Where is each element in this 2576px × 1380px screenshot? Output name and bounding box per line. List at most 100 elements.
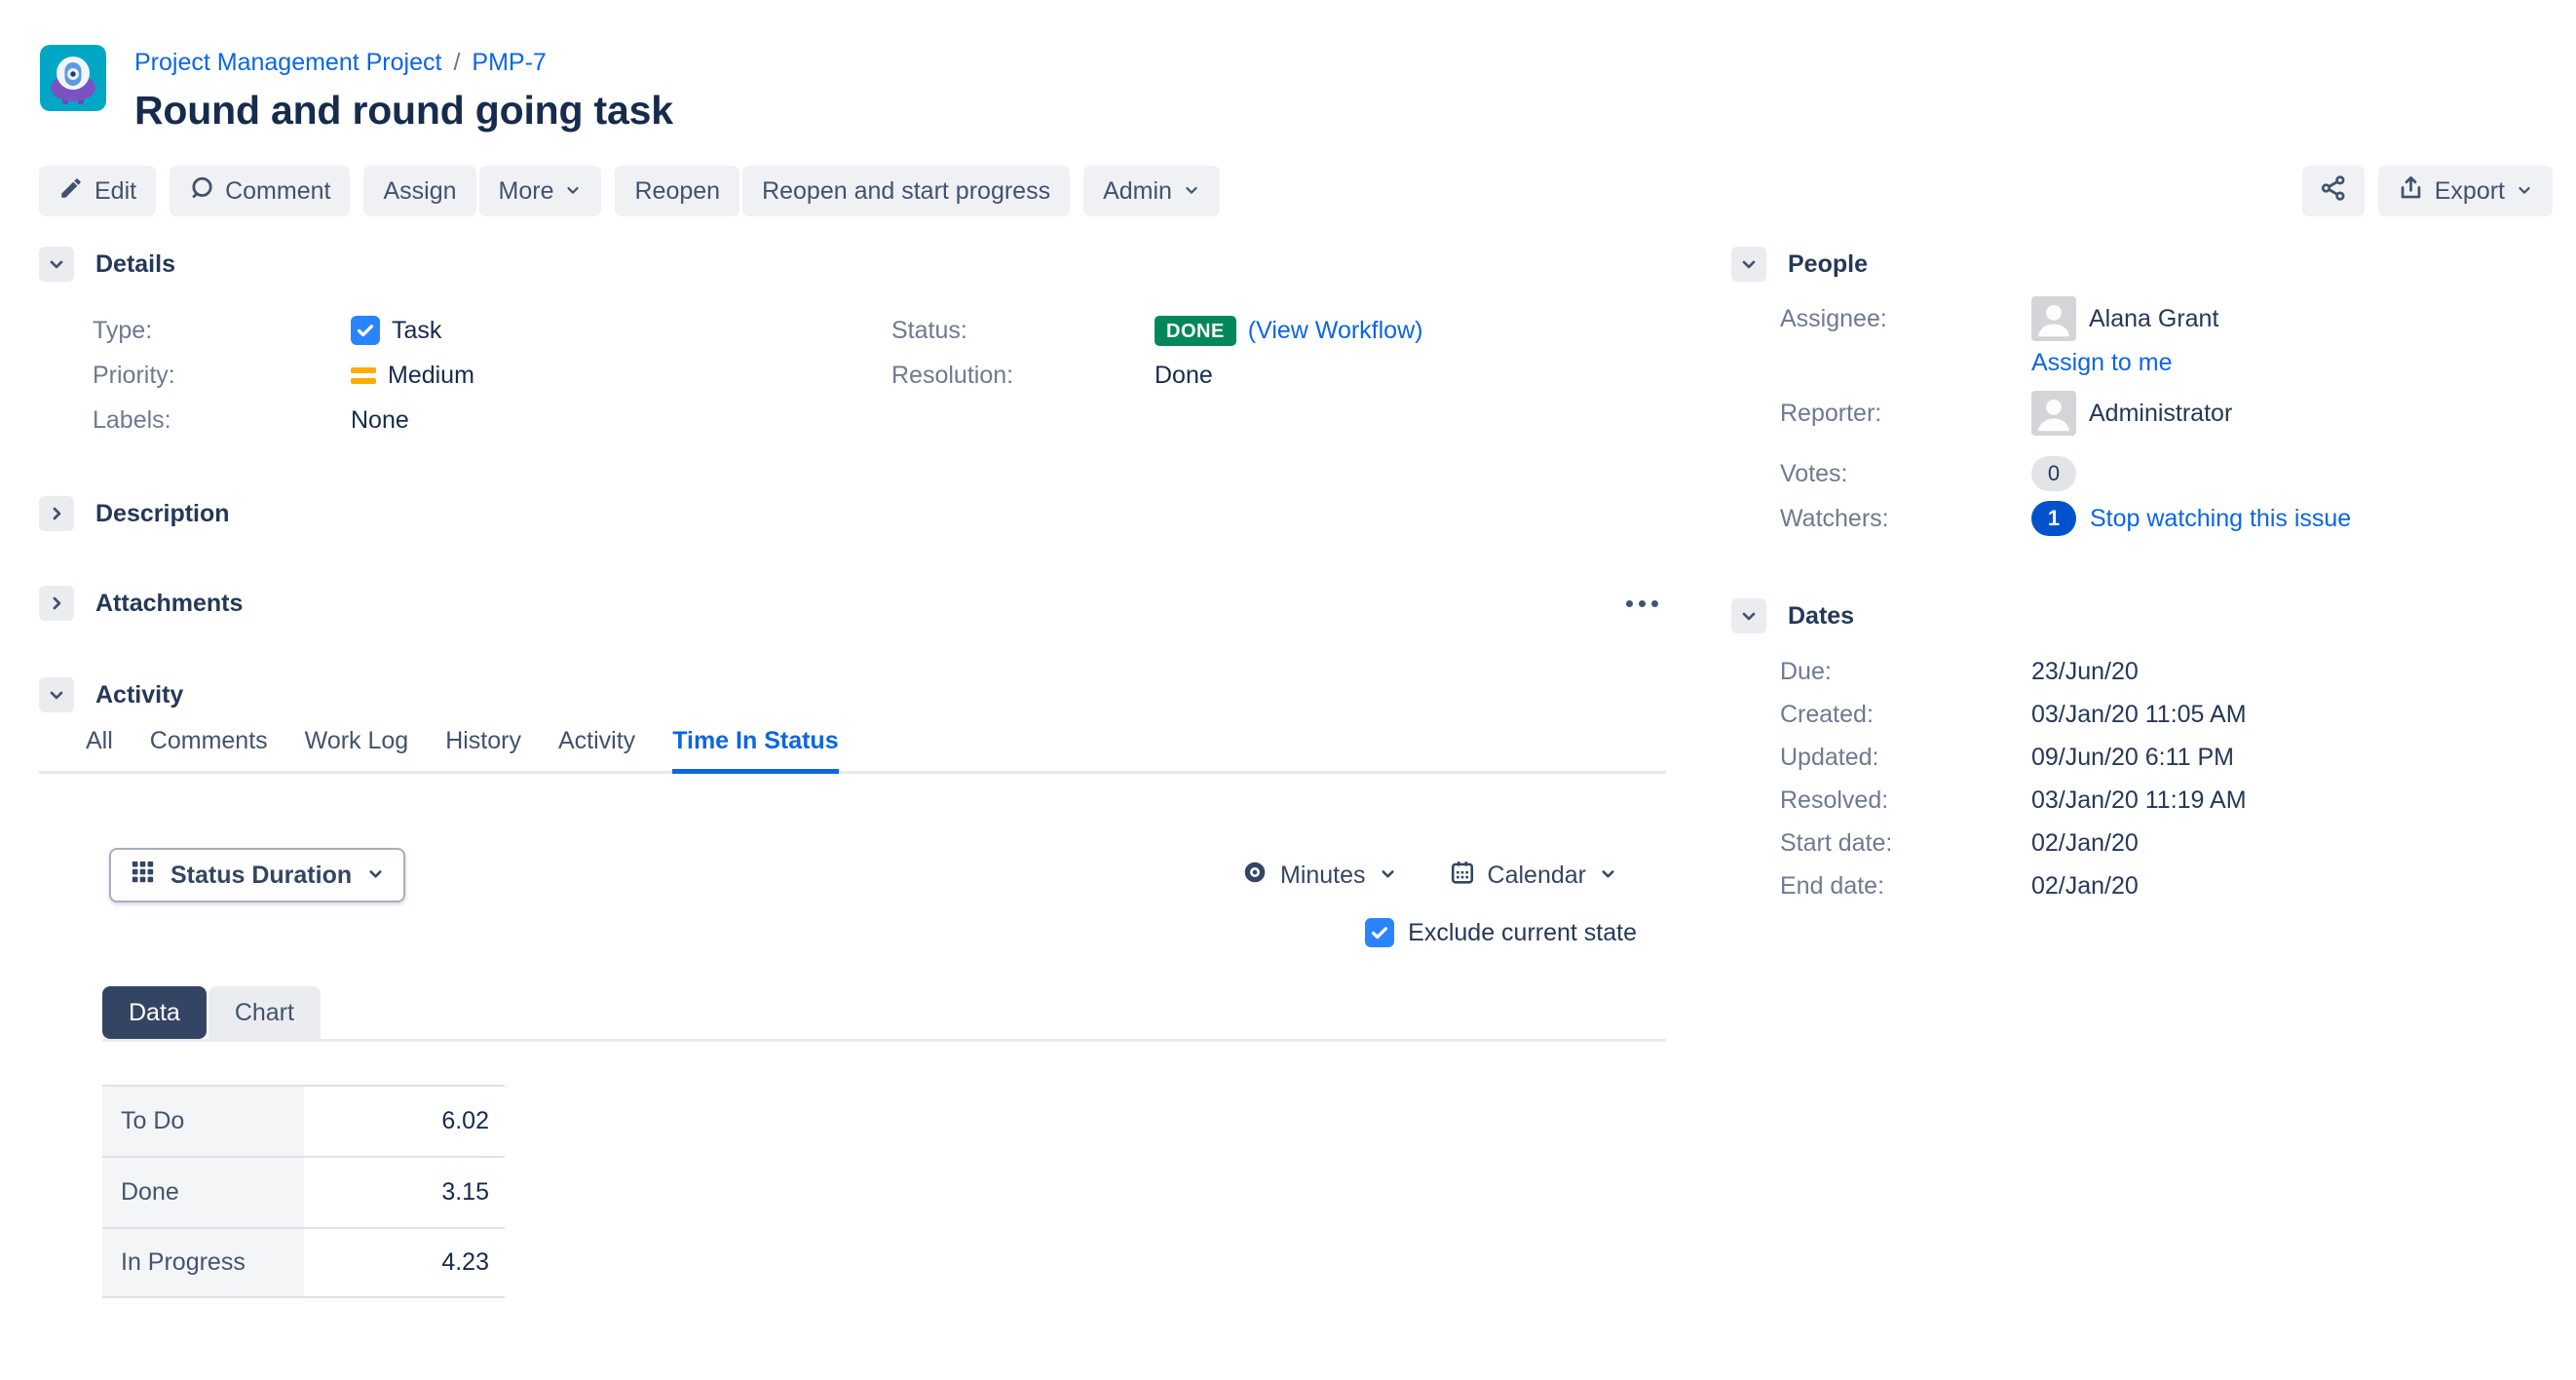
- reporter-name[interactable]: Administrator: [2089, 400, 2232, 428]
- tab-work-log[interactable]: Work Log: [305, 727, 409, 771]
- table-row: Done 3.15: [102, 1156, 505, 1227]
- breadcrumb-issue-key-link[interactable]: PMP-7: [472, 49, 546, 77]
- more-menu-button[interactable]: More: [479, 166, 602, 216]
- labels-label: Labels:: [93, 406, 351, 435]
- assignee-name[interactable]: Alana Grant: [2089, 305, 2218, 333]
- stop-watching-link[interactable]: Stop watching this issue: [2090, 505, 2351, 533]
- chevron-down-icon[interactable]: [1731, 598, 1766, 633]
- calendar-dropdown[interactable]: Calendar: [1450, 860, 1617, 892]
- pencil-icon: [58, 175, 84, 208]
- activity-heading: Activity: [95, 681, 183, 709]
- issue-toolbar: Edit Comment Assign More Reopen Reopen a…: [39, 166, 2553, 216]
- tab-data[interactable]: Data: [102, 986, 207, 1039]
- edit-button[interactable]: Edit: [39, 166, 156, 216]
- status-duration-dropdown[interactable]: Status Duration: [109, 848, 405, 902]
- tab-history[interactable]: History: [445, 727, 521, 771]
- tab-all[interactable]: All: [86, 727, 113, 771]
- dates-fields: Due: 23/Jun/20 Created: 03/Jan/20 11:05 …: [1780, 650, 2553, 907]
- dates-section-header[interactable]: Dates: [1731, 597, 2553, 634]
- assign-button[interactable]: Assign: [363, 166, 475, 216]
- chevron-down-icon: [1379, 862, 1397, 890]
- attachments-more-actions-ellipsis-icon[interactable]: [1612, 587, 1672, 621]
- row-status: To Do: [102, 1087, 304, 1156]
- reopen-button[interactable]: Reopen: [615, 166, 739, 216]
- calendar-icon: [1450, 860, 1475, 892]
- sidebar: People Assignee: Alana Grant Assign to m…: [1731, 246, 2553, 907]
- start-date-label: Start date:: [1780, 829, 2031, 858]
- tab-comments[interactable]: Comments: [150, 727, 268, 771]
- due-value: 23/Jun/20: [2031, 658, 2139, 686]
- attachments-heading: Attachments: [95, 590, 243, 618]
- chevron-right-icon[interactable]: [39, 496, 74, 531]
- watchers-row: Watchers: 1 Stop watching this issue: [1780, 496, 2553, 541]
- people-fields: Assignee: Alana Grant Assign to me Repor…: [1780, 296, 2553, 541]
- priority-label: Priority:: [93, 362, 351, 390]
- row-value: 4.23: [304, 1229, 505, 1296]
- tab-activity[interactable]: Activity: [558, 727, 635, 771]
- description-heading: Description: [95, 500, 230, 528]
- time-unit-dropdown[interactable]: Minutes: [1242, 860, 1397, 892]
- comment-button[interactable]: Comment: [170, 166, 350, 216]
- project-avatar-icon[interactable]: [40, 45, 106, 111]
- activity-tab-bar: All Comments Work Log History Activity T…: [39, 727, 1666, 774]
- status-badge: DONE: [1155, 316, 1236, 346]
- created-row: Created: 03/Jan/20 11:05 AM: [1780, 693, 2553, 736]
- assignee-avatar: [2031, 296, 2076, 341]
- exclude-current-state-checkbox[interactable]: [1365, 918, 1394, 947]
- reopen-and-start-progress-button[interactable]: Reopen and start progress: [742, 166, 1070, 216]
- tab-time-in-status[interactable]: Time In Status: [672, 727, 838, 771]
- export-button[interactable]: Export: [2378, 166, 2553, 216]
- resolved-row: Resolved: 03/Jan/20 11:19 AM: [1780, 779, 2553, 822]
- breadcrumb: Project Management Project / PMP-7: [134, 47, 673, 78]
- description-section-header[interactable]: Description: [39, 495, 1672, 532]
- chevron-down-icon[interactable]: [39, 677, 74, 712]
- attachments-section-header[interactable]: Attachments: [39, 585, 1672, 622]
- people-section-header[interactable]: People: [1731, 246, 2553, 283]
- field-type: Type: Task: [93, 308, 891, 353]
- main-column: Details Type: Task Priority: Medium: [39, 246, 1672, 1298]
- details-fields: Type: Task Priority: Medium Labels: None: [93, 308, 1672, 442]
- chevron-down-icon: [564, 177, 582, 206]
- status-duration-table: To Do 6.02 Done 3.15 In Progress 4.23: [102, 1085, 505, 1298]
- updated-row: Updated: 09/Jun/20 6:11 PM: [1780, 736, 2553, 779]
- details-section-header[interactable]: Details: [39, 246, 1672, 283]
- chevron-down-icon[interactable]: [1731, 247, 1766, 282]
- admin-menu-button[interactable]: Admin: [1083, 166, 1220, 216]
- priority-value: Medium: [388, 362, 474, 390]
- reporter-label: Reporter:: [1780, 400, 2031, 428]
- start-date-row: Start date: 02/Jan/20: [1780, 822, 2553, 864]
- tab-chart[interactable]: Chart: [208, 986, 321, 1039]
- chevron-down-icon[interactable]: [39, 247, 74, 282]
- exclude-current-state-row: Exclude current state: [39, 918, 1672, 947]
- type-label: Type:: [93, 317, 351, 345]
- assignee-row: Assignee: Alana Grant: [1780, 296, 2553, 341]
- exclude-current-state-label[interactable]: Exclude current state: [1408, 919, 1637, 947]
- people-heading: People: [1788, 250, 1868, 279]
- reporter-avatar: [2031, 391, 2076, 436]
- created-value: 03/Jan/20 11:05 AM: [2031, 701, 2247, 729]
- resolution-value: Done: [1155, 362, 1213, 390]
- share-button[interactable]: [2302, 166, 2365, 216]
- eye-icon: [1242, 860, 1268, 892]
- row-status: Done: [102, 1158, 304, 1227]
- chevron-down-icon: [2516, 177, 2533, 206]
- view-workflow-link[interactable]: (View Workflow): [1248, 317, 1423, 345]
- breadcrumb-project-link[interactable]: Project Management Project: [134, 49, 441, 77]
- end-date-row: End date: 02/Jan/20: [1780, 864, 2553, 907]
- grid-icon: [130, 859, 156, 892]
- activity-section-header[interactable]: Activity: [39, 676, 1672, 713]
- updated-value: 09/Jun/20 6:11 PM: [2031, 744, 2234, 772]
- data-chart-tab-bar: Data Chart: [102, 986, 1666, 1042]
- speech-bubble-icon: [189, 175, 214, 208]
- field-priority: Priority: Medium: [93, 353, 891, 398]
- watchers-label: Watchers:: [1780, 505, 2031, 533]
- field-labels: Labels: None: [93, 398, 891, 442]
- assign-to-me-link[interactable]: Assign to me: [2031, 349, 2173, 376]
- type-value: Task: [392, 317, 441, 345]
- jira-issue-page: Project Management Project / PMP-7 Round…: [0, 0, 2576, 1380]
- labels-value: None: [351, 406, 409, 435]
- task-type-icon: [351, 316, 380, 345]
- chevron-down-icon: [366, 862, 385, 890]
- chevron-right-icon[interactable]: [39, 586, 74, 621]
- page-title: Round and round going task: [134, 88, 673, 134]
